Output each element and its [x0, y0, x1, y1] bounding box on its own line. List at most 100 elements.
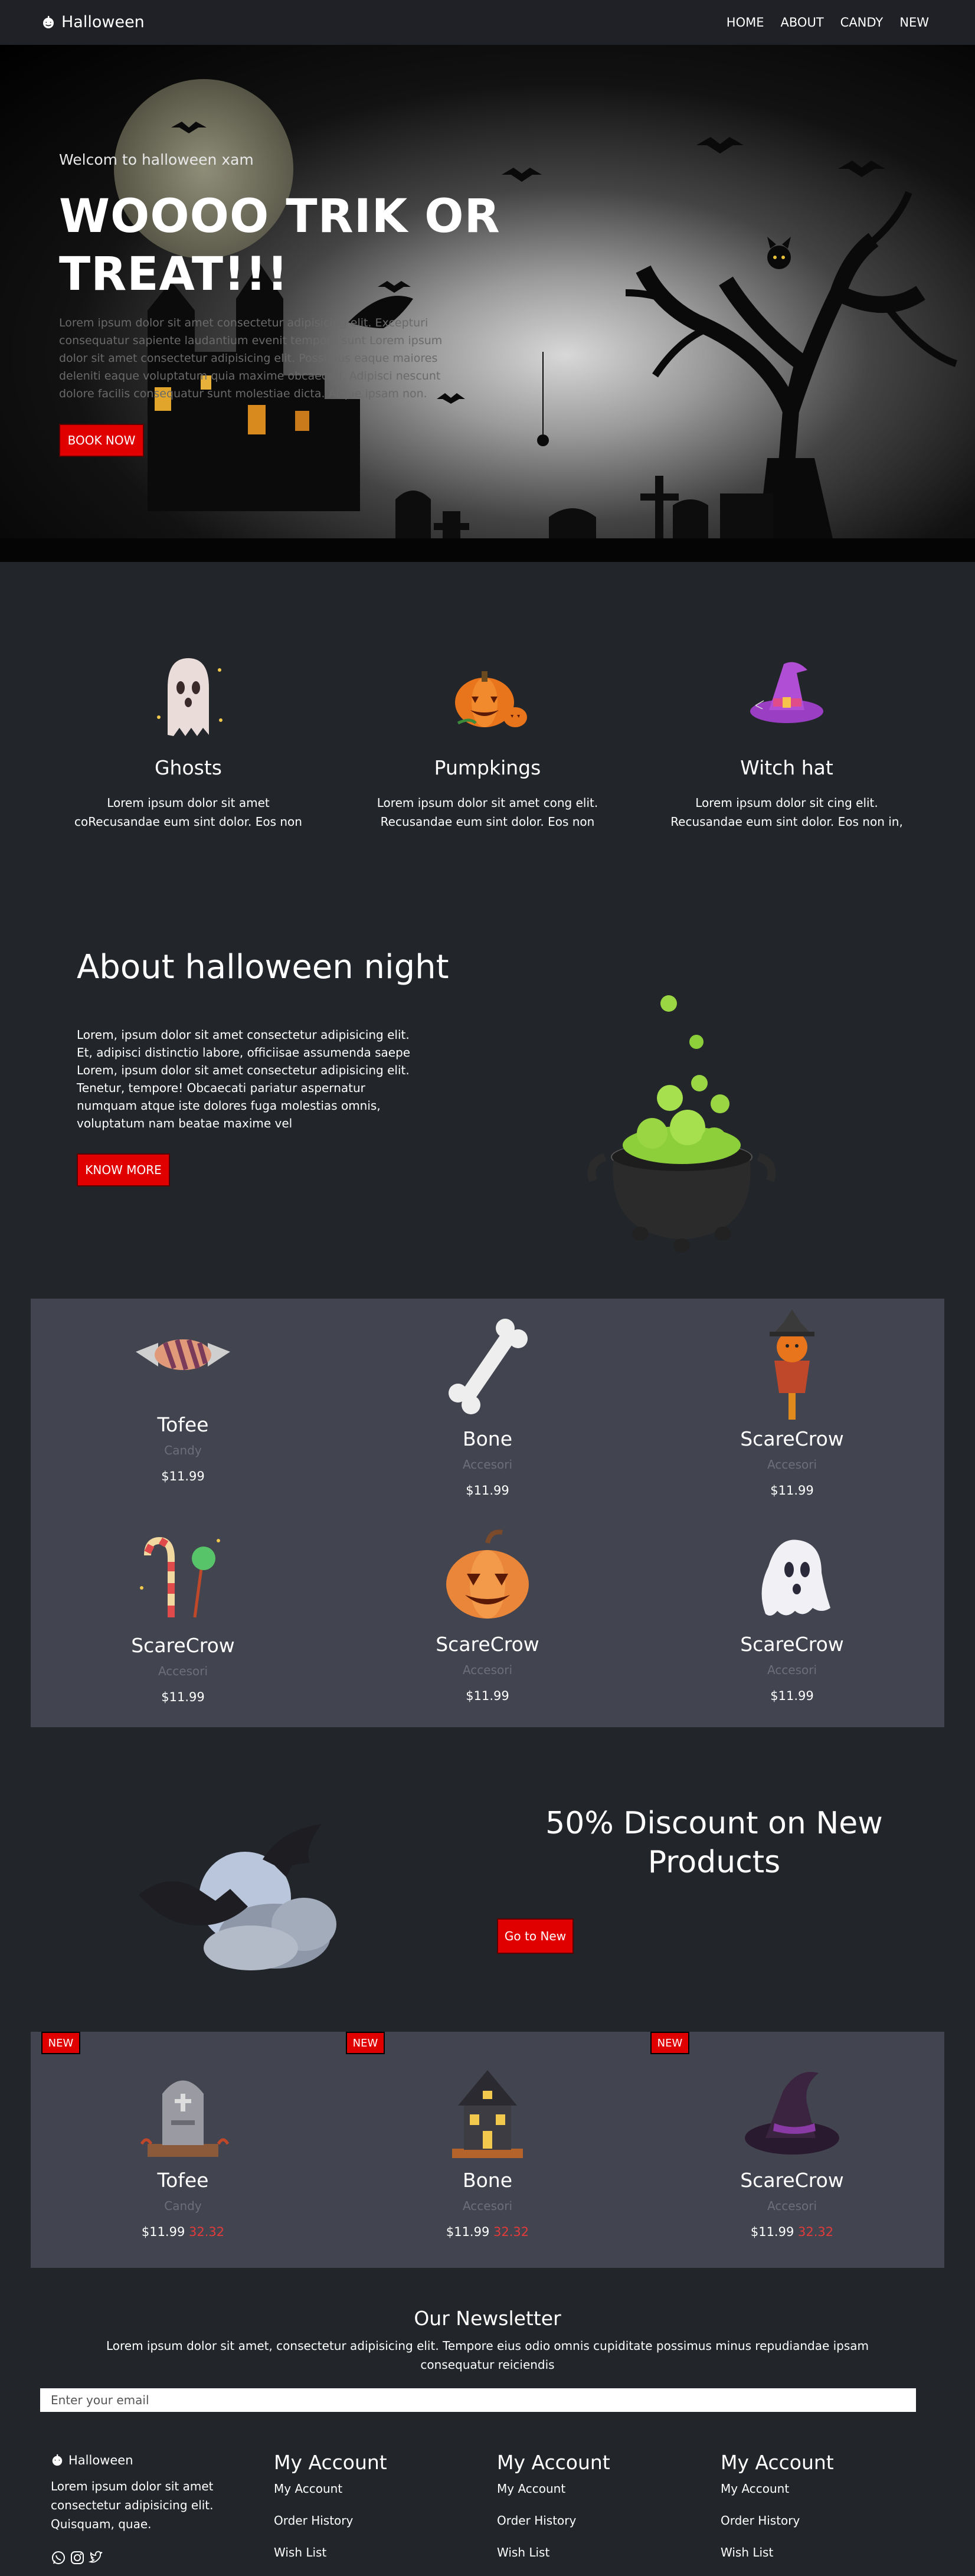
product-price: $11.99	[161, 1690, 205, 1704]
footer-link-wish-list[interactable]: Wish List	[497, 2545, 549, 2559]
product-price: $11.99 32.32	[31, 2225, 335, 2239]
product-price: $11.99	[770, 1483, 814, 1498]
product-card[interactable]: ScareCrow Accesori $11.99	[335, 1525, 640, 1703]
footer-text: Lorem ipsum dolor sit amet consectetur a…	[51, 2479, 214, 2531]
current-price: $11.99	[446, 2225, 490, 2239]
product-name: ScareCrow	[740, 2169, 844, 2192]
product-card[interactable]: ScareCrow Accesori $11.99	[640, 1525, 944, 1703]
twitter-icon[interactable]	[89, 2550, 104, 2565]
brand-name: Halloween	[61, 13, 145, 31]
footer-column-title: My Account	[721, 2451, 834, 2474]
social-links	[51, 2550, 104, 2565]
product-name: Tofee	[157, 1413, 209, 1436]
product-price: $11.99	[466, 1689, 509, 1703]
old-price: 32.32	[189, 2225, 225, 2239]
product-name: ScareCrow	[131, 1634, 235, 1657]
instagram-icon[interactable]	[70, 2550, 85, 2565]
witch-hat-icon	[745, 2072, 839, 2155]
product-name: ScareCrow	[436, 1633, 539, 1656]
footer-link-wish-list[interactable]: Wish List	[721, 2545, 773, 2559]
footer-link-wish-list[interactable]: Wish List	[274, 2545, 326, 2559]
new-badge: NEW	[41, 2032, 80, 2054]
new-badge: NEW	[650, 2032, 689, 2054]
product-card[interactable]: ScareCrow Accesori $11.99 32.32	[640, 2061, 944, 2239]
newsletter-title: Our Newsletter	[414, 2307, 561, 2330]
newsletter-text: Lorem ipsum dolor sit amet, consectetur …	[106, 2339, 869, 2372]
feature-title: Ghosts	[154, 756, 222, 779]
candy-icon	[136, 1339, 230, 1371]
product-card[interactable]: Bone Accesori $11.99 32.32	[335, 2061, 640, 2239]
product-name: ScareCrow	[740, 1427, 844, 1450]
product-category: Candy	[164, 2199, 202, 2213]
feature-title: Pumpkings	[434, 756, 541, 779]
product-name: ScareCrow	[740, 1633, 844, 1656]
whatsapp-icon[interactable]	[51, 2550, 66, 2565]
discount-title: 50% Discount on New Products	[545, 1806, 883, 1880]
footer-column-1: My Account My Account Order History Wish…	[274, 2451, 387, 2559]
product-card[interactable]: Tofee Candy $11.99 32.32	[31, 2061, 335, 2239]
hero-banner: Welcom to halloween xam WOOOO TRIK OR TR…	[0, 45, 975, 562]
product-price: $11.99	[161, 1469, 205, 1483]
new-products-panel: NEW NEW NEW Tofee Candy $11.99 32.32 Bon…	[31, 2032, 944, 2268]
footer-link-order-history[interactable]: Order History	[497, 2513, 576, 2528]
footer-column-3: My Account My Account Order History Wish…	[721, 2451, 834, 2559]
haunted-house-icon	[452, 2070, 523, 2158]
product-card[interactable]: Bone Accesori $11.99	[335, 1310, 640, 1498]
hero-title: WOOOO TRIK OR TREAT!!!	[59, 190, 500, 301]
feature-title: Witch hat	[740, 756, 833, 779]
moon-bats-clouds-icon	[139, 1824, 336, 1970]
product-category: Accesori	[462, 1457, 513, 1472]
footer-link-my-account[interactable]: My Account	[497, 2482, 565, 2496]
pumpkin-logo-icon	[43, 15, 54, 28]
about-title: About halloween night	[77, 948, 449, 986]
ghost-icon	[157, 658, 223, 736]
product-price: $11.99 32.32	[640, 2225, 944, 2239]
go-to-new-button[interactable]: Go to New	[497, 1918, 574, 1954]
feature-text: Lorem ipsum dolor sit cing elit. Recusan…	[670, 796, 903, 829]
new-badge: NEW	[346, 2032, 385, 2054]
ghost-icon	[761, 1539, 830, 1616]
feature-text: Lorem ipsum dolor sit amet cong elit. Re…	[377, 796, 598, 829]
nav-link-home[interactable]: HOME	[727, 15, 764, 30]
pumpkin-logo-icon	[52, 2454, 63, 2466]
products-panel: Tofee Candy $11.99 Bone Accesori $11.99 …	[31, 1299, 944, 1727]
product-category: Accesori	[767, 1457, 817, 1472]
feature-card-witch-hat: Witch hat Lorem ipsum dolor sit cing eli…	[669, 646, 905, 831]
tombstone-icon	[140, 2080, 230, 2157]
email-input[interactable]	[40, 2388, 916, 2412]
footer-link-my-account[interactable]: My Account	[721, 2482, 789, 2496]
brand-logo[interactable]: Halloween	[41, 13, 145, 31]
old-price: 32.32	[493, 2225, 529, 2239]
product-category: Accesori	[767, 2199, 817, 2213]
old-price: 32.32	[798, 2225, 834, 2239]
product-card[interactable]: ScareCrow Accesori $11.99	[31, 1529, 335, 1704]
footer-link-order-history[interactable]: Order History	[274, 2513, 353, 2528]
know-more-button[interactable]: KNOW MORE	[77, 1153, 170, 1186]
footer-column-title: My Account	[497, 2451, 610, 2474]
product-category: Accesori	[158, 1664, 208, 1678]
product-name: Tofee	[157, 2169, 209, 2192]
hero-description: Lorem ipsum dolor sit amet consectetur a…	[59, 316, 443, 400]
footer-link-order-history[interactable]: Order History	[721, 2513, 800, 2528]
feature-card-ghosts: Ghosts Lorem ipsum dolor sit amet coRecu…	[70, 646, 306, 831]
navbar: Halloween HOME ABOUT CANDY NEW	[0, 0, 975, 45]
footer-brand[interactable]: Halloween	[51, 2453, 133, 2467]
product-card[interactable]: Tofee Candy $11.99	[31, 1310, 335, 1483]
nav-link-about[interactable]: ABOUT	[781, 15, 824, 30]
nav-link-new[interactable]: NEW	[899, 15, 929, 30]
footer-link-my-account[interactable]: My Account	[274, 2482, 342, 2496]
pumpkin-icon	[455, 671, 527, 727]
product-card[interactable]: ScareCrow Accesori $11.99	[640, 1305, 944, 1498]
feature-card-pumpkins: Pumpkings Lorem ipsum dolor sit amet con…	[369, 646, 606, 831]
nav-link-candy[interactable]: CANDY	[840, 15, 884, 30]
candy-cane-icon	[140, 1537, 220, 1618]
book-now-button[interactable]: BOOK NOW	[59, 424, 144, 457]
product-price: $11.99	[770, 1689, 814, 1703]
product-price: $11.99	[466, 1483, 509, 1498]
footer-brand-name: Halloween	[68, 2453, 133, 2467]
product-category: Accesori	[462, 2199, 513, 2213]
feature-text: Lorem ipsum dolor sit amet coRecusandae …	[74, 796, 302, 829]
footer-column-2: My Account My Account Order History Wish…	[497, 2451, 610, 2559]
product-price: $11.99 32.32	[335, 2225, 640, 2239]
about-text: Lorem, ipsum dolor sit amet consectetur …	[77, 1028, 411, 1130]
